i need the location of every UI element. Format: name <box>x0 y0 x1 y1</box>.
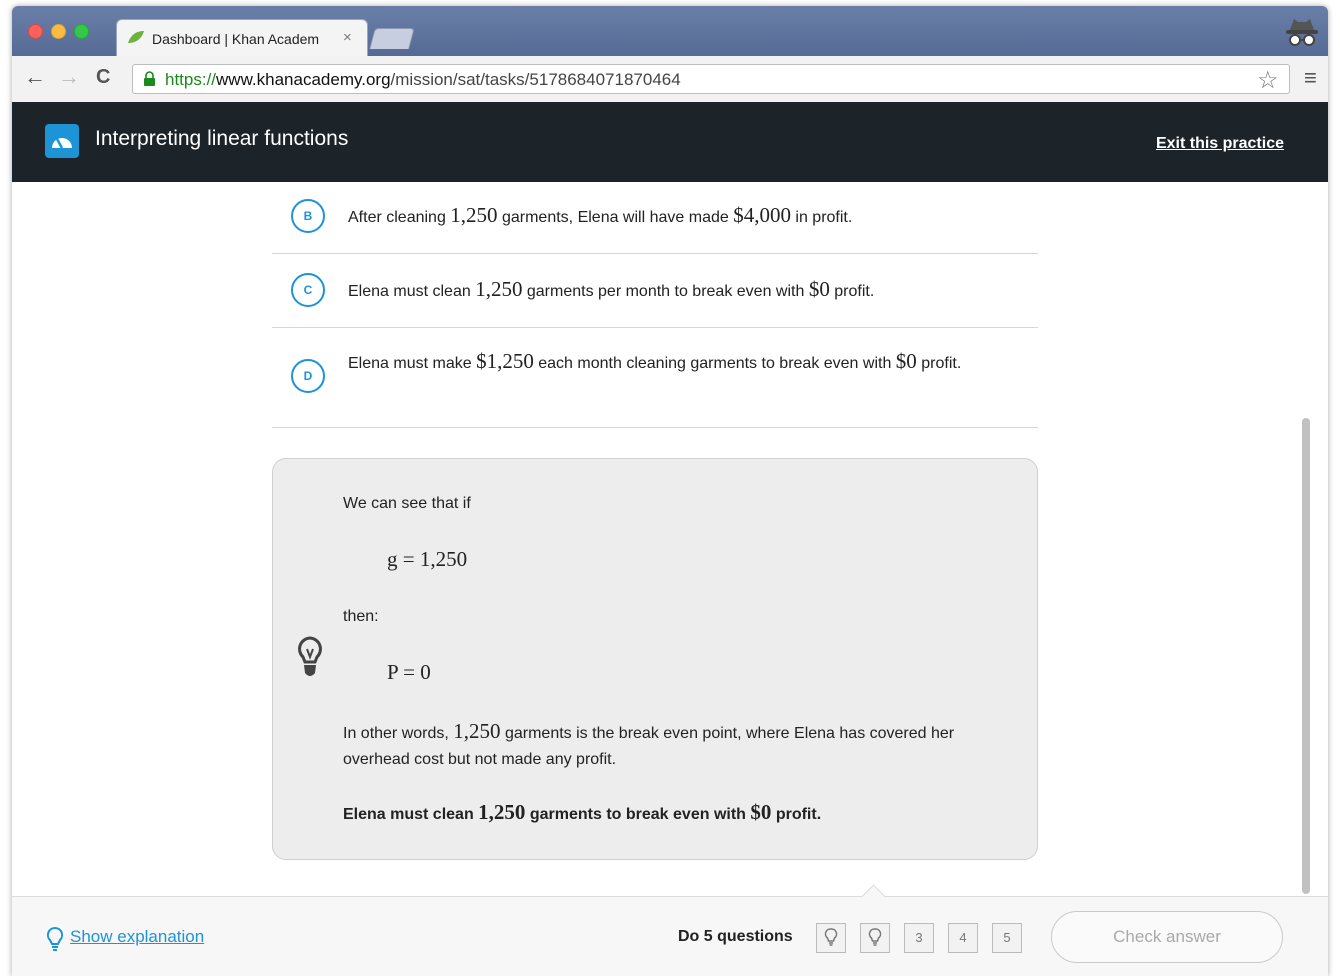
reload-icon[interactable]: C <box>96 66 110 88</box>
lightbulb-icon <box>298 636 322 676</box>
exit-practice-link[interactable]: Exit this practice <box>1156 135 1284 153</box>
page-title: Interpreting linear functions <box>95 127 349 150</box>
question-1-hint-icon <box>816 923 846 953</box>
answer-choice-b[interactable]: B After cleaning 1,250 garments, Elena w… <box>272 182 1038 254</box>
choice-text: After cleaning 1,250 garments, Elena wil… <box>348 203 853 227</box>
practice-footer: Show explanation Do 5 questions 3 4 5 Ch… <box>12 884 1328 976</box>
browser-toolbar: ← → C https://www.khanacademy.org/missio… <box>12 56 1328 103</box>
tab-close-icon[interactable]: × <box>343 29 352 46</box>
hint-paragraph-1: In other words, 1,250 garments is the br… <box>343 719 955 768</box>
close-window-button[interactable] <box>28 24 43 39</box>
question-5-box: 5 <box>992 923 1022 953</box>
question-2-hint-icon <box>860 923 890 953</box>
hint-equation-1: g = 1,250 <box>387 547 468 571</box>
hint-then: then: <box>343 608 379 625</box>
hint-intro: We can see that if <box>343 495 471 512</box>
scrollbar-thumb[interactable] <box>1302 418 1310 894</box>
choice-text: Elena must clean 1,250 garments per mont… <box>348 277 875 301</box>
hint-box: We can see that if g = 1,250 then: P = 0… <box>272 458 1038 860</box>
show-explanation-link[interactable]: Show explanation <box>46 926 205 951</box>
choice-letter-badge: D <box>291 359 325 393</box>
maximize-window-button[interactable] <box>74 24 89 39</box>
tab-title: Dashboard | Khan Academ <box>152 31 320 47</box>
hint-equation-2: P = 0 <box>387 660 431 684</box>
browser-tab-active[interactable]: Dashboard | Khan Academ × <box>116 19 368 57</box>
choice-letter-badge: C <box>291 273 325 307</box>
question-4-box: 4 <box>948 923 978 953</box>
show-explanation-label: Show explanation <box>70 927 205 946</box>
new-tab-button[interactable] <box>369 28 415 49</box>
url-text: https://www.khanacademy.org/mission/sat/… <box>165 70 681 89</box>
minimize-window-button[interactable] <box>51 24 66 39</box>
browser-menu-icon[interactable]: ≡ <box>1304 67 1317 89</box>
lock-icon <box>144 71 155 86</box>
browser-window: Dashboard | Khan Academ × ← → C https://… <box>12 6 1328 976</box>
tab-bar: Dashboard | Khan Academ × <box>12 6 1328 57</box>
answer-choice-c[interactable]: C Elena must clean 1,250 garments per mo… <box>272 254 1038 328</box>
address-bar[interactable]: https://www.khanacademy.org/mission/sat/… <box>132 64 1290 94</box>
bookmark-star-icon[interactable]: ☆ <box>1257 66 1279 95</box>
back-arrow-icon[interactable]: ← <box>24 66 46 88</box>
khan-leaf-icon <box>128 31 144 43</box>
practice-content: B After cleaning 1,250 garments, Elena w… <box>12 182 1328 896</box>
practice-header: Interpreting linear functions Exit this … <box>12 102 1328 182</box>
skill-logo-icon <box>45 124 79 158</box>
question-3-box: 3 <box>904 923 934 953</box>
answer-choice-d[interactable]: D Elena must make $1,250 each month clea… <box>272 328 1038 428</box>
check-answer-button[interactable]: Check answer <box>1051 911 1283 963</box>
incognito-icon <box>1286 19 1318 46</box>
lightbulb-icon <box>46 926 64 951</box>
choice-letter-badge: B <box>291 199 325 233</box>
forward-arrow-icon[interactable]: → <box>58 66 80 88</box>
choice-text: Elena must make $1,250 each month cleani… <box>348 349 962 373</box>
question-count-label: Do 5 questions <box>678 928 793 945</box>
hint-conclusion: Elena must clean 1,250 garments to break… <box>343 800 822 824</box>
